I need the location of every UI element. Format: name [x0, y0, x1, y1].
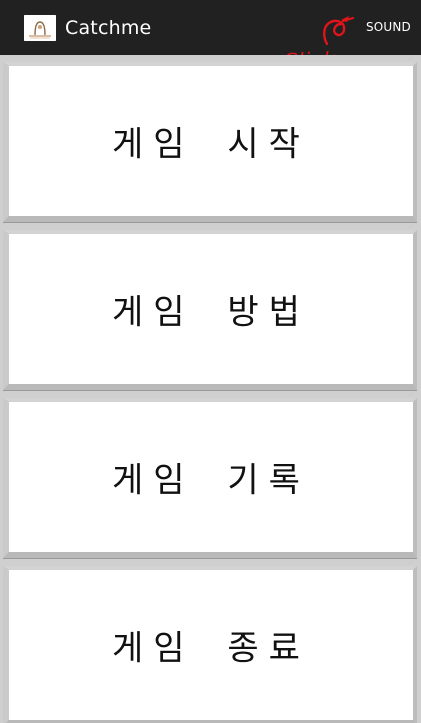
game-records-label: 게임 기록 [112, 460, 310, 501]
sound-button[interactable]: SOUND [366, 17, 411, 37]
app-title: Catchme [65, 17, 152, 39]
how-to-play-label: 게임 방법 [112, 292, 310, 333]
app-icon [24, 15, 56, 41]
game-records-button[interactable]: 게임 기록 [3, 398, 417, 558]
main-menu: 게임 시작 게임 방법 게임 기록 게임 종료 [0, 55, 421, 723]
start-game-button[interactable]: 게임 시작 [3, 62, 417, 222]
exit-game-button[interactable]: 게임 종료 [3, 566, 417, 723]
exit-game-label: 게임 종료 [112, 628, 310, 669]
action-bar: Catchme SOUND [0, 0, 421, 55]
start-game-label: 게임 시작 [112, 124, 310, 165]
how-to-play-button[interactable]: 게임 방법 [3, 230, 417, 390]
